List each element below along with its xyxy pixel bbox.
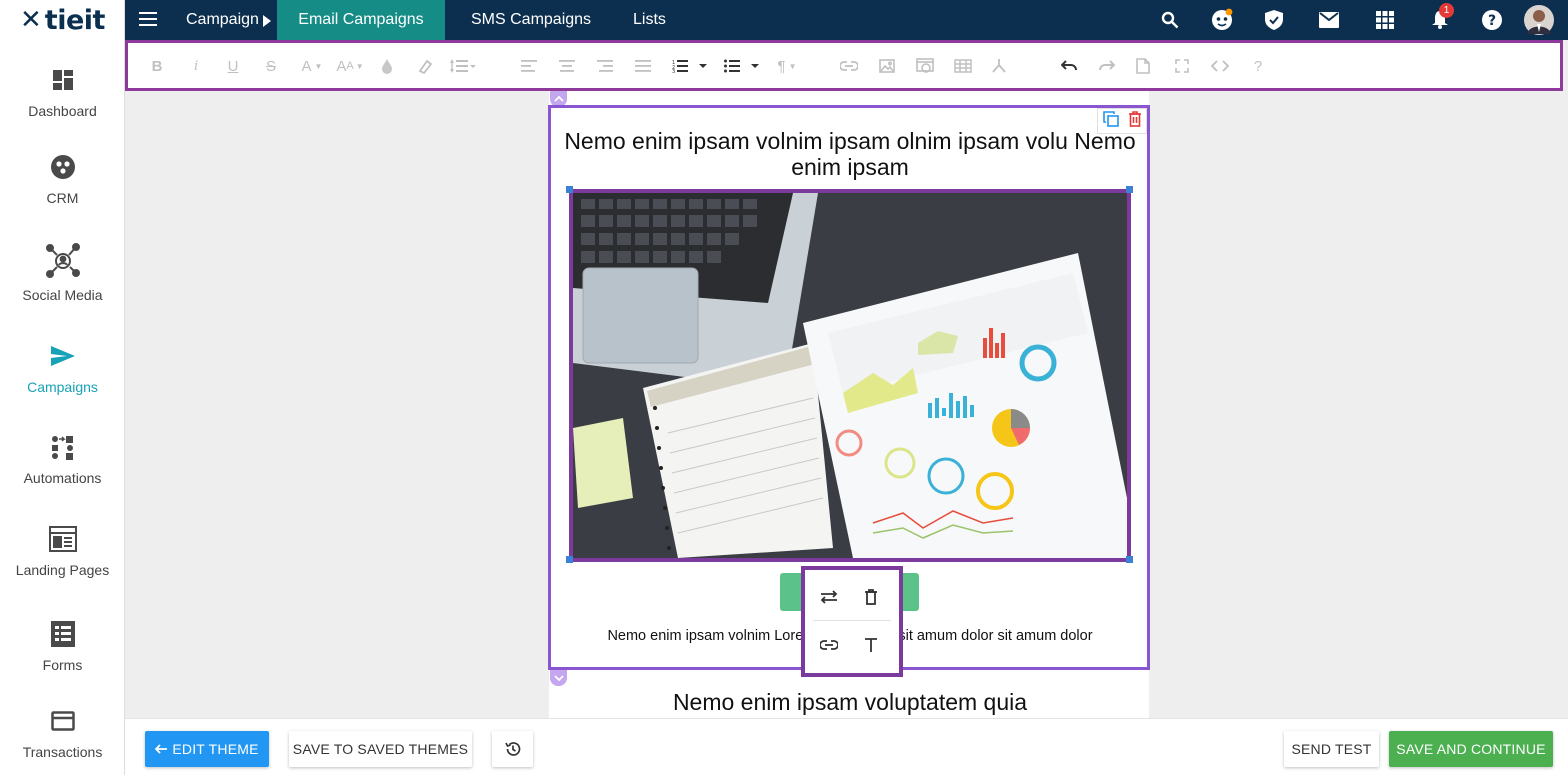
sidebar-item-forms[interactable]: Forms bbox=[0, 619, 125, 673]
history-icon bbox=[504, 741, 521, 757]
font-family-icon[interactable]: A ▼ bbox=[296, 55, 328, 77]
image-edit-popover bbox=[801, 566, 903, 677]
font-size-icon[interactable]: A A ▼ bbox=[334, 55, 366, 77]
insert-link-icon[interactable] bbox=[838, 55, 860, 77]
bot-icon[interactable] bbox=[1210, 8, 1234, 32]
sidebar-item-label: CRM bbox=[46, 190, 79, 206]
line-height-icon[interactable] bbox=[448, 55, 480, 77]
page-icon[interactable] bbox=[1132, 55, 1154, 77]
unordered-list-icon[interactable] bbox=[722, 55, 762, 77]
sidebar-item-automations[interactable]: Automations bbox=[0, 432, 125, 486]
save-to-saved-themes-button[interactable]: SAVE TO SAVED THEMES bbox=[289, 731, 472, 767]
help-icon[interactable]: ? bbox=[1480, 8, 1504, 32]
sidebar-item-label: Forms bbox=[42, 657, 83, 673]
crm-icon bbox=[48, 152, 78, 182]
italic-icon[interactable]: i bbox=[185, 55, 207, 77]
sidebar-item-dashboard[interactable]: Dashboard bbox=[0, 65, 125, 119]
top-navbar: Campaign Email Campaigns SMS Campaigns L… bbox=[125, 0, 1568, 40]
ordered-list-icon[interactable]: 123 bbox=[670, 55, 710, 77]
svg-text:?: ? bbox=[1488, 13, 1496, 29]
svg-text:3: 3 bbox=[672, 69, 675, 73]
align-left-icon[interactable] bbox=[518, 55, 540, 77]
insert-image-icon[interactable] bbox=[876, 55, 898, 77]
move-down-handle[interactable] bbox=[550, 670, 567, 686]
app-logo[interactable]: ✕ tieit bbox=[0, 0, 124, 40]
email-heading-2[interactable]: Nemo enim ipsam voluptatem quia bbox=[560, 689, 1140, 716]
hero-image[interactable] bbox=[569, 189, 1131, 562]
save-and-continue-button[interactable]: SAVE AND CONTINUE bbox=[1389, 731, 1553, 767]
text-color-icon[interactable] bbox=[376, 55, 398, 77]
breadcrumb-campaign[interactable]: Campaign bbox=[186, 0, 259, 40]
align-right-icon[interactable] bbox=[594, 55, 616, 77]
resize-handle-top-left[interactable] bbox=[566, 186, 573, 193]
special-characters-icon[interactable] bbox=[988, 55, 1010, 77]
apps-grid-icon[interactable] bbox=[1373, 8, 1397, 32]
sidebar-item-label: Landing Pages bbox=[15, 562, 110, 578]
tab-email-campaigns[interactable]: Email Campaigns bbox=[277, 0, 445, 40]
avatar[interactable] bbox=[1523, 4, 1555, 36]
underline-icon[interactable]: U bbox=[222, 55, 244, 77]
social-media-icon bbox=[45, 243, 81, 279]
send-test-button[interactable]: SEND TEST bbox=[1284, 731, 1379, 767]
tab-sms-campaigns[interactable]: SMS Campaigns bbox=[471, 0, 591, 40]
arrow-left-icon bbox=[155, 744, 168, 754]
sidebar: ✕ tieit Dashboard CRM Social Media Campa… bbox=[0, 0, 125, 775]
insert-video-icon[interactable] bbox=[914, 55, 936, 77]
sidebar-item-transactions[interactable]: Transactions bbox=[0, 706, 125, 760]
sidebar-item-label: Transactions bbox=[22, 744, 103, 760]
sidebar-item-label: Social Media bbox=[22, 287, 103, 303]
align-center-icon[interactable] bbox=[556, 55, 578, 77]
alt-text-icon[interactable] bbox=[859, 633, 883, 657]
logo-text: tieit bbox=[44, 4, 106, 36]
code-view-icon[interactable] bbox=[1209, 55, 1231, 77]
fullscreen-icon[interactable] bbox=[1171, 55, 1193, 77]
rich-text-toolbar: B i U S A ▼ A A ▼ 123 ¶ ▼ ? bbox=[125, 40, 1563, 91]
menu-icon[interactable] bbox=[139, 12, 157, 31]
forms-icon bbox=[48, 619, 78, 649]
remove-image-icon[interactable] bbox=[859, 585, 883, 609]
automations-icon bbox=[48, 432, 78, 462]
bottom-action-bar: EDIT THEME SAVE TO SAVED THEMES SEND TES… bbox=[125, 718, 1568, 775]
history-button[interactable] bbox=[492, 731, 533, 767]
replace-image-icon[interactable] bbox=[817, 585, 841, 609]
notification-badge: 1 bbox=[1439, 3, 1454, 18]
email-heading[interactable]: Nemo enim ipsam volnim ipsam olnim ipsam… bbox=[560, 128, 1140, 180]
edit-theme-label: EDIT THEME bbox=[172, 741, 259, 757]
help-toolbar-icon[interactable]: ? bbox=[1247, 55, 1269, 77]
resize-handle-top-right[interactable] bbox=[1126, 186, 1133, 193]
shield-icon[interactable] bbox=[1262, 8, 1286, 32]
image-link-icon[interactable] bbox=[817, 633, 841, 657]
sidebar-item-label: Campaigns bbox=[27, 379, 98, 395]
credit-card-icon bbox=[48, 706, 78, 736]
bell-icon[interactable]: 1 bbox=[1428, 3, 1454, 32]
sidebar-item-landing-pages[interactable]: Landing Pages bbox=[0, 524, 125, 578]
search-icon[interactable] bbox=[1158, 8, 1182, 32]
sidebar-item-label: Automations bbox=[23, 470, 102, 486]
strikethrough-icon[interactable]: S bbox=[260, 55, 282, 77]
tab-lists[interactable]: Lists bbox=[633, 0, 666, 40]
sidebar-item-social-media[interactable]: Social Media bbox=[0, 243, 125, 303]
edit-theme-button[interactable]: EDIT THEME bbox=[145, 731, 269, 767]
resize-handle-bottom-right[interactable] bbox=[1126, 556, 1133, 563]
sidebar-item-crm[interactable]: CRM bbox=[0, 152, 125, 206]
logo-mark-icon: ✕ bbox=[20, 5, 42, 35]
landing-page-icon bbox=[48, 524, 78, 554]
paragraph-format-icon[interactable]: ¶ ▼ bbox=[772, 55, 802, 77]
insert-table-icon[interactable] bbox=[952, 55, 974, 77]
breadcrumb-arrow-icon bbox=[263, 14, 271, 32]
send-icon bbox=[48, 341, 78, 371]
highlight-icon[interactable] bbox=[414, 55, 436, 77]
mail-icon[interactable] bbox=[1317, 8, 1341, 32]
align-justify-icon[interactable] bbox=[632, 55, 654, 77]
sidebar-item-campaigns[interactable]: Campaigns bbox=[0, 341, 125, 395]
redo-icon[interactable] bbox=[1096, 55, 1118, 77]
sidebar-item-label: Dashboard bbox=[28, 103, 97, 119]
resize-handle-bottom-left[interactable] bbox=[566, 556, 573, 563]
bold-icon[interactable]: B bbox=[146, 55, 168, 77]
popover-divider bbox=[813, 620, 891, 621]
dashboard-icon bbox=[48, 65, 78, 95]
undo-icon[interactable] bbox=[1058, 55, 1080, 77]
